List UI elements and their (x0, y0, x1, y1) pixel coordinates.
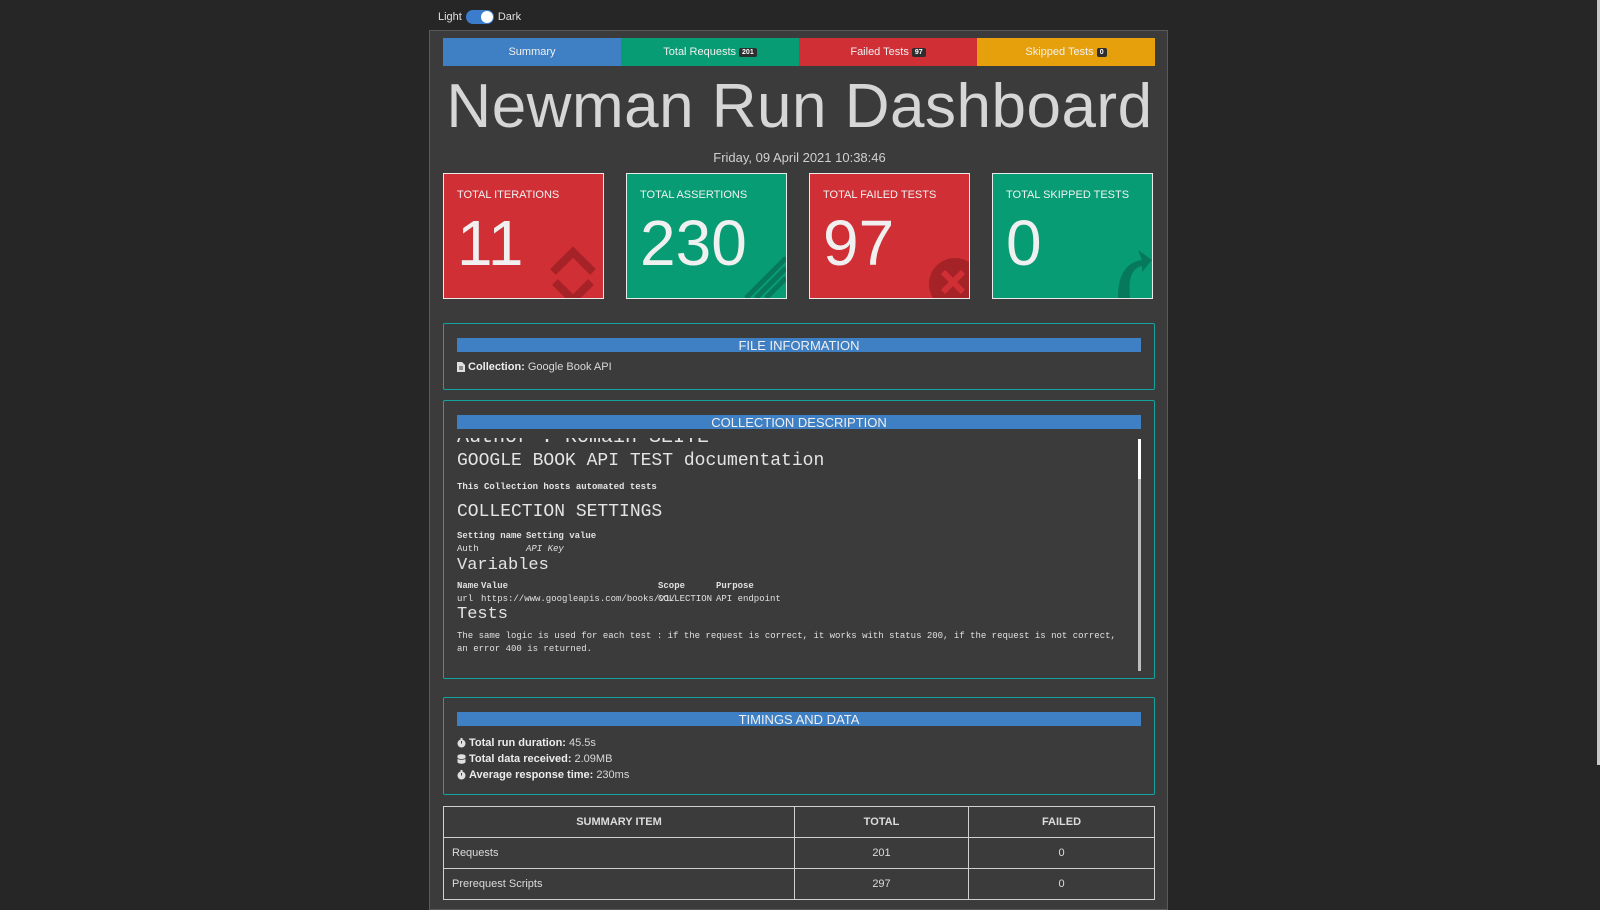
collection-label: Collection: (468, 361, 525, 373)
var-cell-scope: COLLECTION (658, 594, 713, 604)
settings-cell-name: Auth (457, 544, 479, 554)
skipped-badge: 0 (1096, 47, 1107, 57)
settings-table: Setting name Setting value Auth API Key (457, 531, 596, 554)
tests-text: The same logic is used for each test : i… (457, 631, 1116, 654)
file-information-heading: FILE INFORMATION (457, 338, 1141, 353)
settings-col-name: Setting name (457, 531, 522, 541)
times-circle-icon (929, 258, 969, 298)
stat-label: TOTAL ITERATIONS (457, 189, 560, 201)
dark-label: Dark (497, 11, 522, 23)
share-arrow-icon (1118, 250, 1152, 298)
switch-knob (480, 11, 493, 23)
collection-info: Collection: Google Book API (457, 361, 612, 373)
light-label: Light (438, 11, 462, 23)
col-total: TOTAL (794, 806, 969, 838)
variables-table: Name Value Scope Purpose url https://www… (457, 581, 781, 604)
row-total: 201 (794, 837, 969, 869)
avg-response-label: Average response time: (469, 769, 594, 781)
stat-value: 97 (823, 207, 895, 279)
collection-description-panel: COLLECTION DESCRIPTION Author : Romain S… (443, 400, 1155, 679)
database-icon (457, 754, 466, 764)
tab-total-requests-label: Total Requests (663, 46, 737, 58)
description-scrollbar[interactable] (1138, 439, 1141, 671)
scrollbar-thumb[interactable] (1138, 439, 1141, 479)
tab-skipped-tests-label: Skipped Tests (1025, 46, 1094, 58)
table-row: Prerequest Scripts 297 0 (443, 868, 1155, 900)
run-duration-value: 45.5s (568, 737, 596, 749)
var-col-name: Name (457, 581, 479, 591)
stat-value: 230 (640, 207, 747, 279)
doc-intro: This Collection hosts automated tests (457, 482, 657, 492)
row-failed: 0 (968, 868, 1155, 900)
avg-response-row: Average response time: 230ms (457, 767, 629, 783)
requests-badge: 201 (739, 47, 757, 57)
page-title: Newman Run Dashboard (446, 72, 1153, 141)
tab-failed-tests[interactable]: Failed Tests 97 (799, 38, 977, 66)
run-duration-row: Total run duration: 45.5s (457, 735, 629, 751)
stat-card-iterations: TOTAL ITERATIONS 11 (443, 173, 604, 299)
stat-label: TOTAL FAILED TESTS (823, 189, 937, 201)
tab-summary-label: Summary (508, 46, 556, 58)
variables-heading: Variables (457, 556, 549, 575)
stat-value: 0 (1006, 207, 1042, 279)
timings-list: Total run duration: 45.5s Total data rec… (457, 735, 629, 783)
table-row: Requests 201 0 (443, 837, 1155, 869)
data-received-row: Total data received: 2.09MB (457, 751, 629, 767)
checklist-icon (744, 256, 786, 298)
collection-description-heading: COLLECTION DESCRIPTION (457, 415, 1141, 430)
stat-value: 11 (457, 207, 524, 279)
tab-total-requests[interactable]: Total Requests 201 (621, 38, 799, 66)
row-item: Requests (443, 837, 795, 869)
table-header-row: SUMMARY ITEM TOTAL FAILED (443, 806, 1155, 838)
settings-heading: COLLECTION SETTINGS (457, 502, 663, 522)
avg-response-value: 230ms (596, 769, 630, 781)
var-col-purpose: Purpose (716, 581, 754, 591)
settings-cell-value: API Key (526, 544, 564, 554)
var-cell-value: https://www.googleapis.com/books/v1/ (481, 594, 676, 604)
stat-card-skipped: TOTAL SKIPPED TESTS 0 (992, 173, 1153, 299)
summary-table: SUMMARY ITEM TOTAL FAILED Requests 201 0… (443, 806, 1155, 900)
stopwatch-icon (457, 738, 466, 748)
dashboard-container: Summary Total Requests 201 Failed Tests … (429, 30, 1168, 910)
doc-title: GOOGLE BOOK API TEST documentation (457, 451, 825, 471)
col-failed: FAILED (968, 806, 1155, 838)
tab-failed-tests-label: Failed Tests (850, 46, 909, 58)
stopwatch-icon (457, 770, 466, 780)
theme-switch[interactable] (465, 10, 494, 24)
col-summary-item: SUMMARY ITEM (443, 806, 795, 838)
file-information-panel: FILE INFORMATION Collection: Google Book… (443, 323, 1155, 390)
timings-panel: TIMINGS AND DATA Total run duration: 45.… (443, 697, 1155, 795)
sync-icon (550, 246, 596, 298)
row-total: 297 (794, 868, 969, 900)
stat-card-assertions: TOTAL ASSERTIONS 230 (626, 173, 787, 299)
run-duration-label: Total run duration: (469, 737, 566, 749)
stat-card-failed: TOTAL FAILED TESTS 97 (809, 173, 970, 299)
tests-heading: Tests (457, 605, 509, 624)
var-col-value: Value (481, 581, 509, 591)
collection-value: Google Book API (527, 361, 612, 373)
description-scroll-area[interactable]: Author : Romain SEITE GOOGLE BOOK API TE… (457, 438, 1141, 670)
stat-label: TOTAL SKIPPED TESTS (1006, 189, 1130, 201)
stat-label: TOTAL ASSERTIONS (640, 189, 748, 201)
author-line: Author : Romain SEITE (457, 438, 709, 449)
row-failed: 0 (968, 837, 1155, 869)
theme-toggle[interactable]: Light Dark (438, 10, 521, 24)
settings-col-value: Setting value (526, 531, 597, 541)
nav-tabs: Summary Total Requests 201 Failed Tests … (443, 38, 1155, 66)
var-col-scope: Scope (658, 581, 686, 591)
var-cell-purpose: API endpoint (716, 594, 781, 604)
tab-skipped-tests[interactable]: Skipped Tests 0 (977, 38, 1155, 66)
data-received-label: Total data received: (469, 753, 572, 765)
data-received-value: 2.09MB (574, 753, 613, 765)
tab-summary[interactable]: Summary (443, 38, 621, 66)
file-icon (457, 362, 465, 372)
var-cell-name: url (457, 594, 474, 604)
run-date: Friday, 09 April 2021 10:38:46 (713, 150, 886, 165)
row-item: Prerequest Scripts (443, 868, 795, 900)
failed-badge: 97 (911, 47, 926, 57)
timings-heading: TIMINGS AND DATA (457, 712, 1141, 727)
